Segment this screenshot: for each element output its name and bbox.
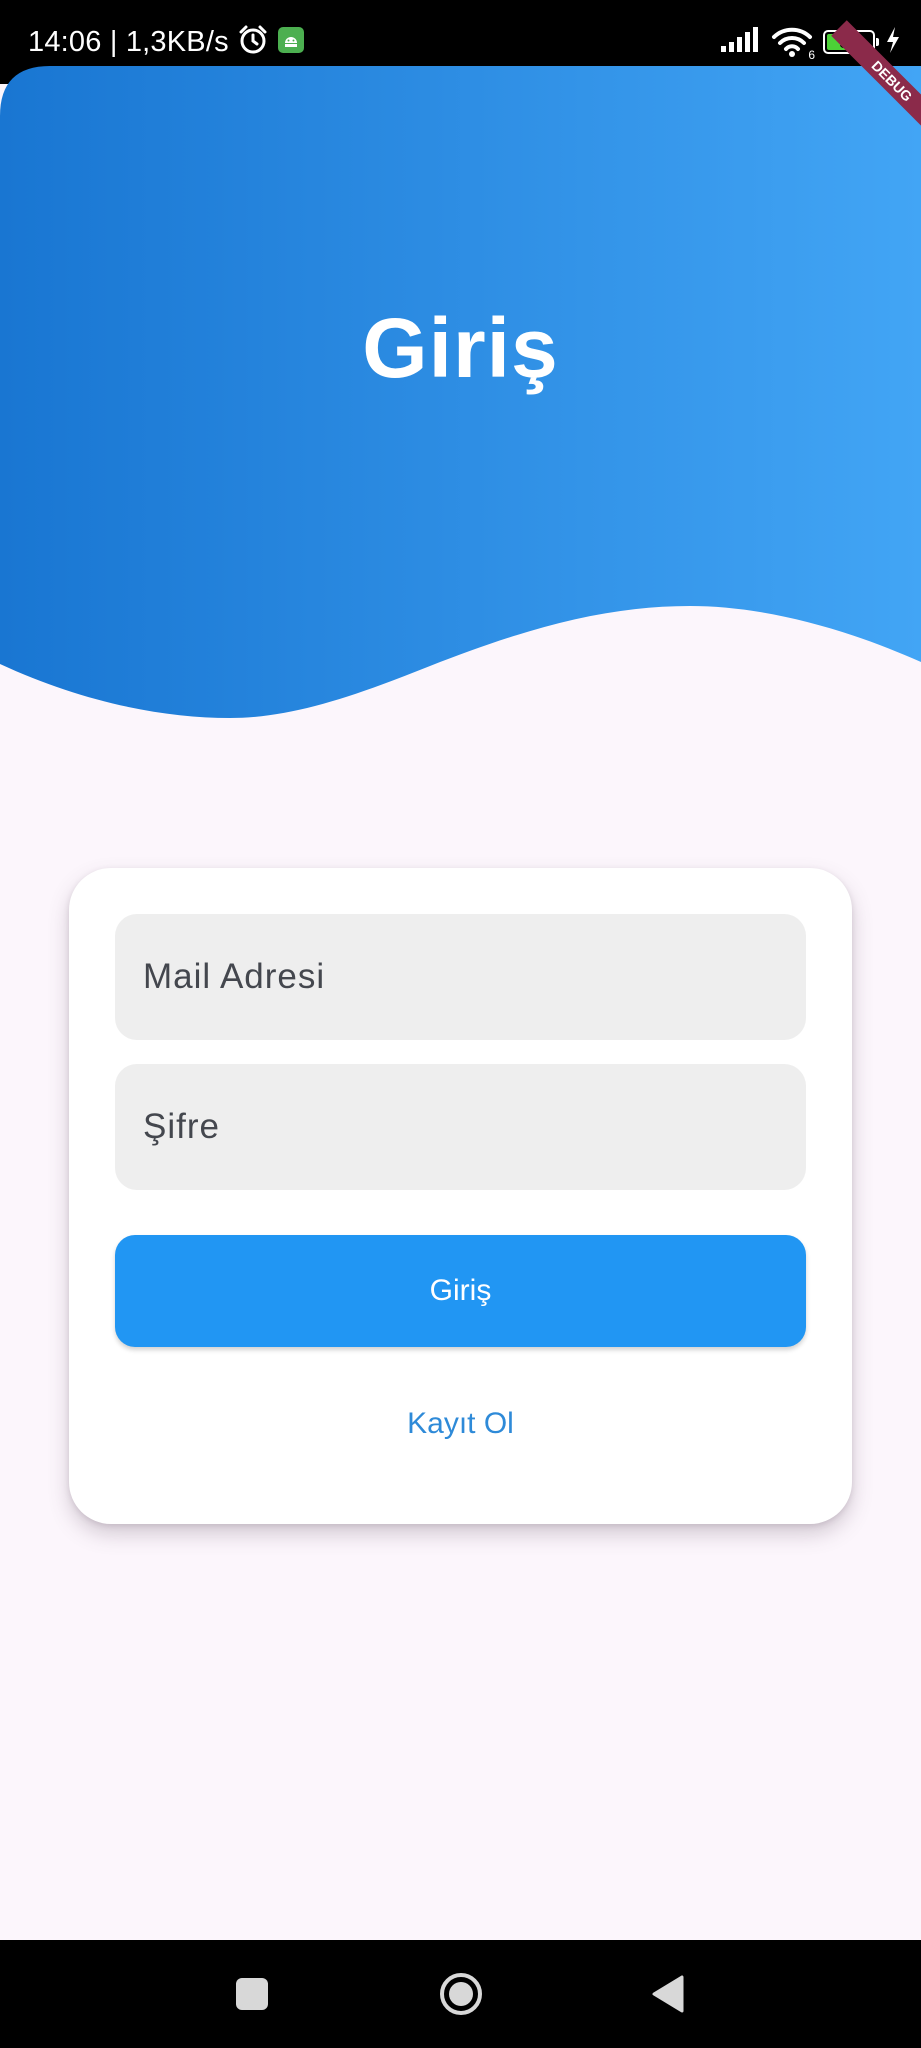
page-title: Giriş [362,301,559,395]
register-link[interactable]: Kayıt Ol [69,1406,852,1442]
email-field[interactable] [115,914,806,1040]
recents-button[interactable] [226,1968,278,2020]
signal-icon [719,26,761,59]
wifi-icon: 6 [771,26,815,62]
navigation-bar [0,1940,921,2048]
alarm-clock-icon [237,24,269,61]
home-button[interactable] [435,1968,487,2020]
home-circle-icon [440,1973,482,2015]
recents-square-icon [236,1978,268,2010]
wifi-badge: 6 [808,48,815,62]
header-wave: Giriş [0,66,921,726]
back-button[interactable] [642,1968,694,2020]
login-button[interactable]: Giriş [115,1235,806,1347]
android-app-icon [277,26,305,59]
charging-bolt-icon [885,26,901,59]
header-wave-shape [0,66,921,718]
back-triangle-icon [652,1975,684,2013]
password-field[interactable] [115,1064,806,1190]
status-left-group: 14:06 | 1,3KB/s [28,22,305,62]
login-card: Giriş Kayıt Ol [69,868,852,1524]
status-time-network-speed: 14:06 | 1,3KB/s [28,25,229,58]
